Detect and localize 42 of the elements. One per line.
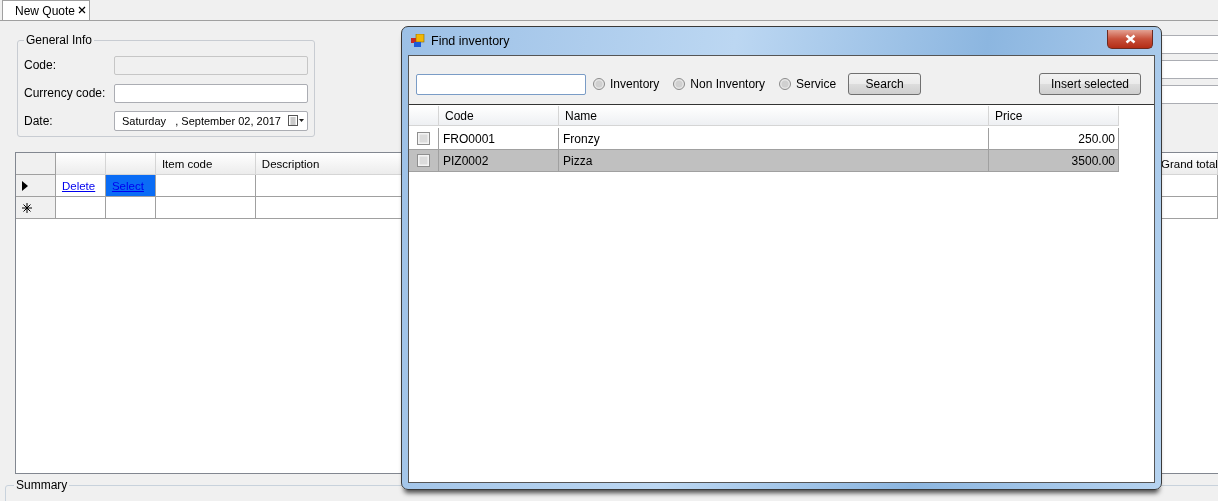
column-header[interactable]: Code [439,106,559,126]
input-field[interactable] [1160,85,1218,104]
header-cell [409,106,439,126]
column-header[interactable]: Name [559,106,989,126]
current-row-icon [22,180,28,191]
table-cell: 3500.00 [989,150,1119,172]
column-header[interactable]: Price [989,106,1119,126]
document-tab[interactable]: New Quote [2,0,91,20]
radio-option[interactable]: Non Inventory [673,77,766,91]
close-button[interactable] [1107,29,1153,49]
radio-option[interactable]: Service [779,77,837,91]
insert-selected-button[interactable]: Insert selected [1039,73,1141,95]
radio-icon[interactable] [673,78,686,90]
calendar-dropdown-icon[interactable] [288,115,304,127]
radio-icon[interactable] [779,78,792,90]
input-field[interactable] [1160,35,1218,54]
delete-link[interactable]: Delete [61,179,96,192]
table-row[interactable]: PIZ0002 Pizza 3500.00 [409,150,1154,172]
search-field[interactable] [416,73,586,95]
radio-option[interactable]: Inventory [593,77,660,91]
app-icon [411,34,425,48]
field-label: Date: [24,114,54,128]
table-cell: PIZ0002 [439,150,559,172]
header-cell [105,153,156,175]
column-header[interactable]: Item code [155,153,256,175]
input-field[interactable] [114,83,308,103]
table-cell: Pizza [559,150,989,172]
dialog-title: Find inventory [431,34,510,48]
field-label: Code: [24,58,58,72]
field-label: Currency code: [24,86,107,100]
radio-icon[interactable] [593,78,605,90]
search-button[interactable]: Search [848,73,922,95]
header-cell [55,153,106,175]
checkbox[interactable] [417,154,430,167]
input-field[interactable] [1160,60,1218,79]
checkbox[interactable] [417,132,430,145]
new-row-icon [22,202,32,213]
group-title: Summary [15,478,69,492]
date-picker[interactable]: Saturday , September 02, 2017 [114,111,308,131]
group-title: General Info [25,33,94,47]
close-icon [1124,33,1136,44]
close-icon[interactable] [78,6,87,14]
